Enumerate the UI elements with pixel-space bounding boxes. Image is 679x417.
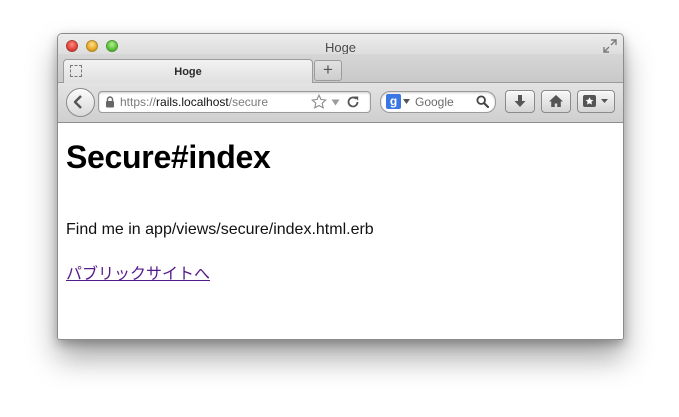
url-path: /secure bbox=[228, 95, 269, 109]
lock-icon bbox=[106, 96, 114, 108]
window-title: Hoge bbox=[324, 40, 357, 55]
bookmarks-button[interactable] bbox=[577, 90, 615, 113]
home-button[interactable] bbox=[541, 90, 571, 113]
home-icon bbox=[549, 95, 563, 107]
page-content: Secure#index Find me in app/views/secure… bbox=[58, 123, 623, 339]
search-placeholder: Google bbox=[415, 95, 454, 109]
search-field[interactable]: g Google bbox=[380, 91, 496, 113]
tab-hoge[interactable]: Hoge bbox=[63, 59, 313, 83]
reload-icon[interactable] bbox=[346, 95, 360, 109]
new-tab-button[interactable]: + bbox=[314, 60, 342, 81]
back-arrow-icon bbox=[73, 95, 82, 109]
address-bar[interactable]: https://rails.localhost/secure bbox=[98, 91, 371, 113]
search-engine-icon[interactable]: g bbox=[386, 94, 401, 109]
downloads-button[interactable] bbox=[505, 90, 535, 113]
url-host: rails.localhost bbox=[156, 95, 229, 109]
star-icon[interactable] bbox=[311, 94, 327, 110]
tab-strip: Hoge + bbox=[58, 54, 623, 83]
url-text[interactable]: https://rails.localhost/secure bbox=[120, 95, 268, 109]
chevron-down-icon[interactable] bbox=[331, 99, 340, 106]
download-icon bbox=[514, 95, 526, 107]
search-icon bbox=[476, 95, 489, 108]
url-scheme: https:// bbox=[120, 95, 157, 109]
back-button[interactable] bbox=[66, 88, 95, 117]
bookmarks-icon bbox=[583, 95, 608, 107]
page-description: Find me in app/views/secure/index.html.e… bbox=[66, 221, 374, 238]
fullscreen-icon[interactable] bbox=[603, 39, 617, 53]
page-title: Secure#index bbox=[66, 139, 271, 175]
chevron-down-icon[interactable] bbox=[403, 99, 410, 104]
tab-label: Hoge bbox=[174, 66, 202, 78]
public-site-link[interactable]: パブリックサイトへ bbox=[66, 260, 210, 284]
browser-window: Hoge Hoge + https://rails.localhost/secu… bbox=[57, 33, 624, 340]
toolbar: https://rails.localhost/secure g Google bbox=[58, 83, 623, 123]
